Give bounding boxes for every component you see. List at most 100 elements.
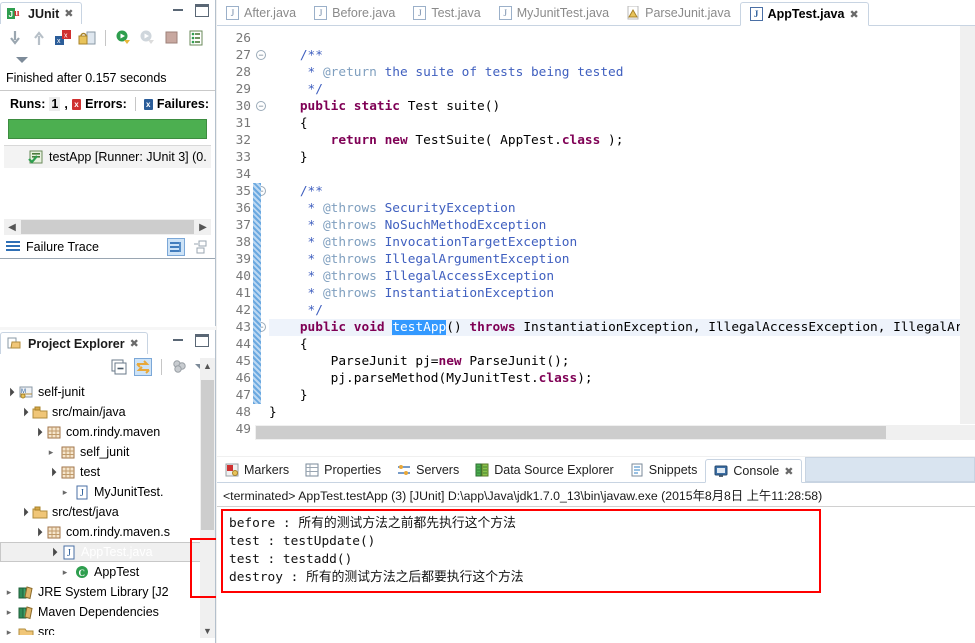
code-line[interactable]: * @throws InvocationTargetException	[269, 234, 975, 251]
close-icon[interactable]: ✖	[849, 8, 858, 21]
console-output[interactable]: before : 所有的测试方法之前都先执行这个方法 test : testUpd…	[221, 509, 821, 593]
editor-tab-before-java[interactable]: J Before.java	[305, 1, 404, 25]
code-line[interactable]: /**	[269, 183, 975, 200]
code-line[interactable]: }	[269, 404, 975, 421]
code-line[interactable]: }	[269, 387, 975, 404]
minimize-icon[interactable]	[171, 334, 185, 347]
junit-view-menu[interactable]	[0, 52, 215, 68]
expand-arrow-closed-icon[interactable]	[4, 627, 14, 636]
expand-arrow-open-icon[interactable]	[18, 408, 28, 417]
expand-arrow-open-icon[interactable]	[4, 388, 14, 397]
tree-item-src[interactable]: src	[0, 622, 215, 635]
expand-arrow-closed-icon[interactable]	[4, 587, 14, 598]
code-line[interactable]	[269, 166, 975, 183]
tree-item-apptest-java[interactable]: J AppTest.java	[0, 542, 215, 562]
tree-item-apptest[interactable]: C AppTest	[0, 562, 215, 582]
chevron-down-icon[interactable]	[16, 57, 28, 63]
junit-result-row[interactable]: testApp [Runner: JUnit 3] (0.	[4, 146, 211, 168]
editor-tab-apptest-java[interactable]: J AppTest.java ✖	[739, 2, 869, 26]
hscroll-thumb[interactable]	[256, 426, 886, 439]
code-line[interactable]: * @throws InstantiationException	[269, 285, 975, 302]
previous-failure-icon[interactable]	[30, 29, 48, 47]
code-line[interactable]: {	[269, 336, 975, 353]
fold-toggle-icon[interactable]: −	[253, 98, 269, 115]
expand-arrow-closed-icon[interactable]	[46, 447, 56, 458]
hscroll-thumb[interactable]	[21, 220, 194, 234]
tree-item-com-rindy-maven[interactable]: com.rindy.maven	[0, 422, 215, 442]
tree-item-src-main-java[interactable]: src/main/java	[0, 402, 215, 422]
tree-item-com-rindy-maven-s[interactable]: com.rindy.maven.s	[0, 522, 215, 542]
junit-tree-hscrollbar[interactable]: ◀ ▶	[4, 219, 211, 235]
console-tab-markers[interactable]: Markers	[217, 458, 297, 482]
code-line[interactable]: */	[269, 302, 975, 319]
code-line[interactable]: public void testApp() throws Instantiati…	[269, 319, 975, 336]
editor-tab-test-java[interactable]: J Test.java	[404, 1, 489, 25]
maximize-icon[interactable]	[195, 334, 209, 347]
code-line[interactable]: * @return the suite of tests being teste…	[269, 64, 975, 81]
tree-item-maven-dependencies[interactable]: Maven Dependencies	[0, 602, 215, 622]
test-run-history-icon[interactable]	[187, 29, 205, 47]
expand-arrow-open-icon[interactable]	[47, 548, 57, 557]
expand-arrow-open-icon[interactable]	[18, 508, 28, 517]
console-tab-console[interactable]: Console ✖	[705, 459, 803, 483]
fold-toggle-icon[interactable]: −	[253, 47, 269, 64]
expand-arrow-open-icon[interactable]	[32, 428, 42, 437]
console-toolbar[interactable]	[805, 457, 975, 482]
code-line[interactable]: * @throws IllegalAccessException	[269, 268, 975, 285]
lock-scroll-icon[interactable]	[78, 29, 96, 47]
code-line[interactable]: */	[269, 81, 975, 98]
tab-project-explorer[interactable]: Project Explorer ✖	[0, 332, 148, 354]
editor-hscrollbar[interactable]	[255, 425, 975, 440]
close-icon[interactable]: ✖	[64, 7, 73, 20]
scroll-left-icon[interactable]: ◀	[4, 219, 20, 235]
code-line[interactable]: ParseJunit pj=new ParseJunit();	[269, 353, 975, 370]
code-line[interactable]: }	[269, 149, 975, 166]
editor-vscrollbar[interactable]	[960, 26, 975, 424]
tree-item-jre-system-library-j2[interactable]: JRE System Library [J2	[0, 582, 215, 602]
code-line[interactable]: * @throws IllegalArgumentException	[269, 251, 975, 268]
code-line[interactable]: {	[269, 115, 975, 132]
expand-arrow-open-icon[interactable]	[32, 528, 42, 537]
tree-item-test[interactable]: test	[0, 462, 215, 482]
close-icon[interactable]: ✖	[784, 465, 793, 478]
tree-item-self-junit[interactable]: Mself-junit	[0, 382, 215, 402]
tab-junit[interactable]: J u JUnit ✖	[0, 2, 83, 24]
close-icon[interactable]: ✖	[130, 337, 139, 350]
code-line[interactable]: public static Test suite()	[269, 98, 975, 115]
scroll-right-icon[interactable]: ▶	[195, 219, 211, 235]
code-line[interactable]: return new TestSuite( AppTest.class );	[269, 132, 975, 149]
rerun-failed-tests-icon[interactable]	[139, 29, 157, 47]
junit-results-tree[interactable]: testApp [Runner: JUnit 3] (0.	[4, 145, 211, 217]
next-failure-icon[interactable]	[6, 29, 24, 47]
code-editor[interactable]: 26 27 28 29 30 31 32 33 34 35 36 37 38 39 40 41 42 43 44 45…	[217, 26, 975, 440]
expand-arrow-closed-icon[interactable]	[4, 607, 14, 618]
rerun-test-icon[interactable]	[115, 29, 133, 47]
editor-tab-myjunittest-java[interactable]: J MyJunitTest.java	[490, 1, 618, 25]
console-tab-servers[interactable]: Servers	[389, 458, 467, 482]
code-line[interactable]: /**	[269, 47, 975, 64]
code-line[interactable]: * @throws SecurityException	[269, 200, 975, 217]
compare-results-icon[interactable]	[191, 238, 209, 256]
code-line[interactable]: pj.parseMethod(MyJunitTest.class);	[269, 370, 975, 387]
collapse-all-icon[interactable]	[110, 358, 128, 376]
tree-item-src-test-java[interactable]: src/test/java	[0, 502, 215, 522]
view-menu-icon[interactable]	[171, 358, 189, 376]
stop-icon[interactable]	[163, 29, 181, 47]
tree-item-myjunittest-[interactable]: J MyJunitTest.	[0, 482, 215, 502]
scroll-down-icon[interactable]: ▼	[200, 623, 215, 638]
code-text[interactable]: /** * @return the suite of tests being t…	[269, 26, 975, 440]
show-failures-only-icon[interactable]: x x	[54, 29, 72, 47]
link-with-editor-icon[interactable]	[134, 358, 152, 376]
code-line[interactable]: * @throws NoSuchMethodException	[269, 217, 975, 234]
expand-arrow-closed-icon[interactable]	[60, 567, 70, 578]
minimize-icon[interactable]	[171, 4, 185, 17]
maximize-icon[interactable]	[195, 4, 209, 17]
scroll-up-icon[interactable]: ▲	[200, 358, 215, 373]
expand-arrow-closed-icon[interactable]	[60, 487, 70, 498]
console-tab-snippets[interactable]: Snippets	[622, 458, 706, 482]
vscroll-thumb[interactable]	[201, 380, 214, 530]
project-explorer-tree[interactable]: Mself-junit src/main/java com.rindy.maven s…	[0, 380, 215, 635]
editor-tab-after-java[interactable]: J After.java	[217, 1, 305, 25]
code-line[interactable]	[269, 30, 975, 47]
editor-tab-parsejunit-java[interactable]: ParseJunit.java	[618, 1, 739, 25]
